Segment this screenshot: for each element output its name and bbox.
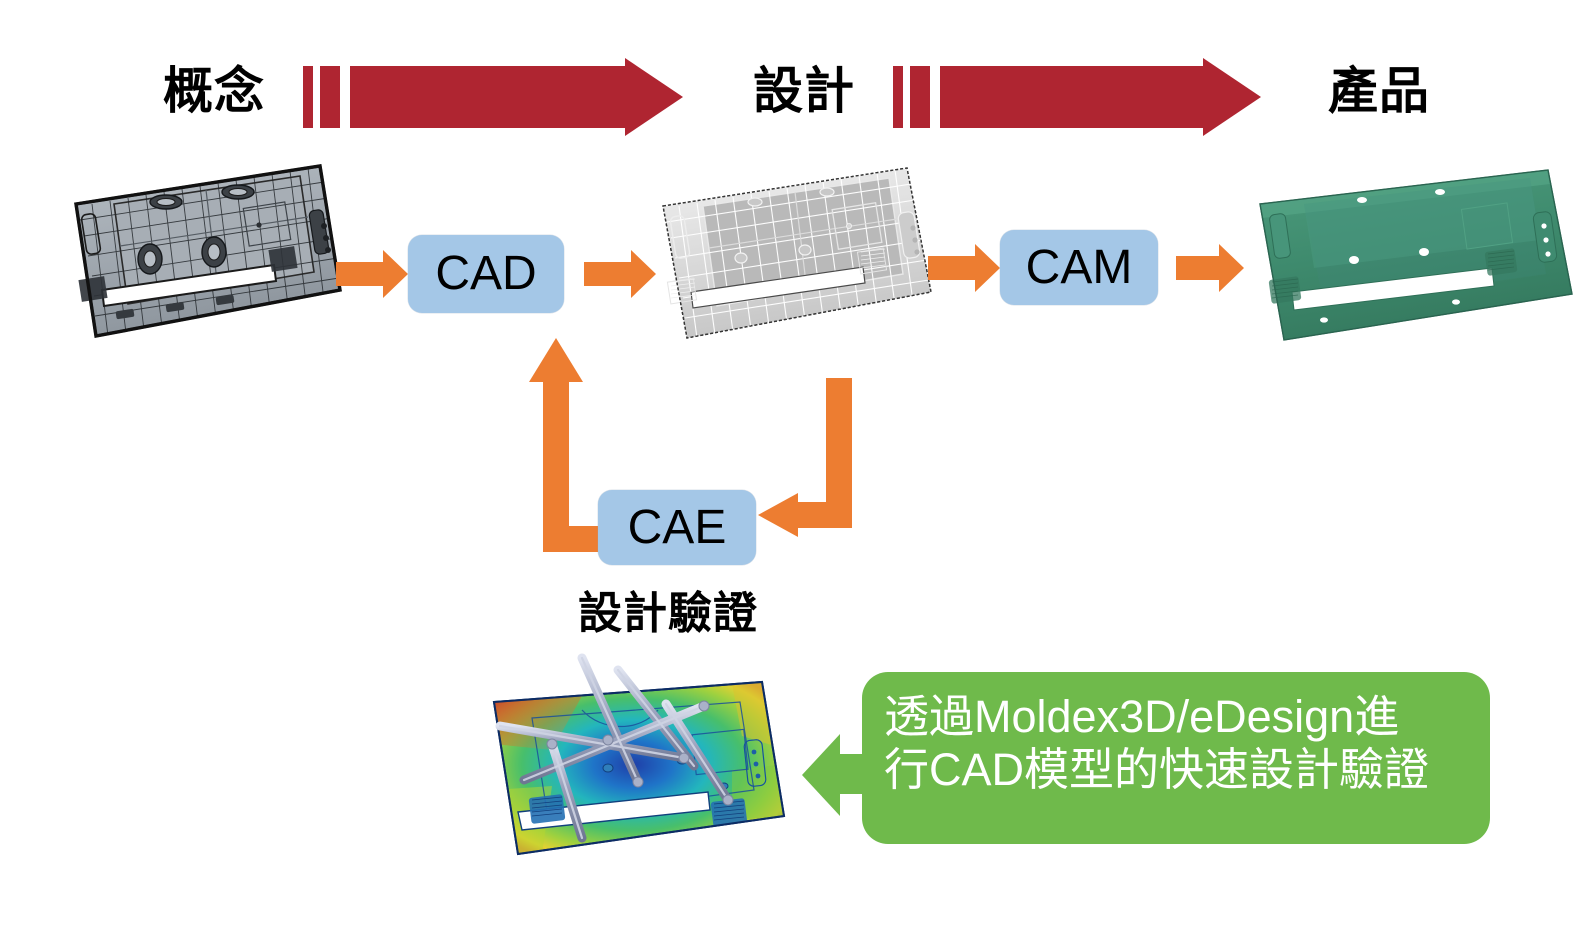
- flow-arrow-design-to-cam: [928, 244, 1000, 292]
- flow-arrow-cad-to-design: [584, 250, 656, 298]
- process-box-cae[interactable]: CAE: [598, 490, 756, 565]
- arrow-shaft: [1176, 256, 1220, 280]
- cae-result-model-image: [432, 640, 832, 880]
- product-model-image: [1248, 162, 1578, 344]
- callout-line-1: 透過Moldex3D/eDesign進: [884, 691, 1400, 742]
- stage-arrow-body: [940, 66, 1206, 128]
- callout-arrow-head: [802, 734, 840, 816]
- process-box-cae-label: CAE: [627, 500, 727, 554]
- monitor-back-cover-wireframe-dark-icon: [74, 164, 342, 338]
- arrow-head: [975, 244, 1000, 292]
- arrow-head: [529, 338, 583, 382]
- stage-arrow-design-to-product: [893, 58, 1261, 136]
- arrow-head: [383, 250, 408, 298]
- stage-arrow-tick-2: [910, 66, 930, 128]
- caption-design-verification: 設計驗證: [578, 589, 758, 638]
- stage-arrow-tick-1: [893, 66, 903, 128]
- stage-label-design: 設計: [753, 63, 855, 119]
- callout-box: 透過Moldex3D/eDesign進 行CAD模型的快速設計驗證: [862, 672, 1490, 844]
- stage-arrow-head: [625, 58, 683, 136]
- flow-arrow-cam-to-product: [1176, 244, 1244, 292]
- arrow-shaft: [336, 262, 384, 286]
- stage-arrow-concept-to-design: [303, 58, 683, 136]
- stage-label-concept: 概念: [163, 63, 265, 119]
- stage-arrow-tick-2: [320, 66, 340, 128]
- arrow-shaft: [928, 256, 976, 280]
- moldflow-warpage-result-icon: [492, 653, 786, 856]
- callout-arrow: [802, 734, 866, 816]
- stage-label-product: 產品: [1328, 63, 1430, 119]
- callout-line-2: 行CAD模型的快速設計驗證: [884, 744, 1430, 796]
- flow-arrow-concept-to-cad: [336, 250, 408, 298]
- arrow-head: [631, 250, 656, 298]
- process-box-cad-label: CAD: [435, 247, 537, 300]
- design-model-image: [645, 160, 937, 340]
- flow-arrow-design-to-cae: [758, 378, 880, 552]
- process-box-cad[interactable]: CAD: [408, 235, 564, 313]
- diagram-canvas: 概念 設計 產品 CAD CAM CAE 設計驗證 透過Moldex3D/eDe…: [0, 0, 1595, 945]
- arrow-head: [1219, 244, 1244, 292]
- process-box-cam-label: CAM: [1025, 240, 1133, 294]
- stage-arrow-tick-1: [303, 66, 313, 128]
- arrow-shaft: [584, 262, 632, 286]
- stage-arrow-head: [1203, 58, 1261, 136]
- monitor-back-cover-solid-green-icon: [1259, 169, 1573, 341]
- arrow-shaft-horizontal: [796, 502, 852, 528]
- process-box-cam[interactable]: CAM: [1000, 230, 1158, 305]
- arrow-head: [758, 493, 798, 537]
- stage-arrow-body: [350, 66, 628, 128]
- monitor-back-cover-wireframe-light-icon: [662, 167, 932, 339]
- concept-model-image: [62, 160, 344, 340]
